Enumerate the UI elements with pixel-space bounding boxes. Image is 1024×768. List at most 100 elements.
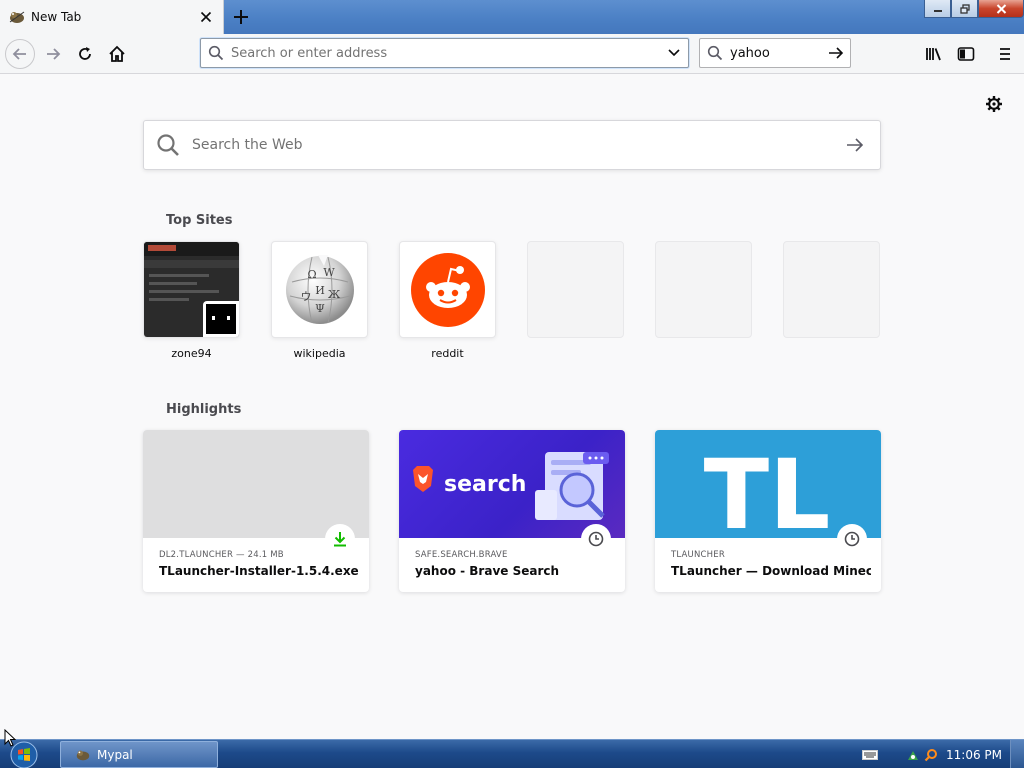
keyboard-icon[interactable] (862, 749, 878, 760)
home-button[interactable] (102, 39, 132, 69)
window-controls (924, 0, 1024, 18)
reload-button[interactable] (70, 39, 100, 69)
arrow-right-icon (829, 47, 844, 59)
card-source: TLAUNCHER (671, 550, 725, 560)
taskbar-clock[interactable]: 11:06 PM (946, 748, 1002, 762)
url-dropdown-button[interactable] (660, 48, 688, 58)
home-icon (109, 45, 125, 62)
sidebar-button[interactable] (951, 39, 981, 69)
search-icon (201, 45, 231, 61)
hamburger-menu-icon (1000, 48, 1010, 60)
highlights-heading: Highlights (166, 402, 242, 417)
card-thumbnail: search (399, 430, 625, 538)
top-sites-heading: Top Sites (166, 213, 233, 228)
site-label: wikipedia (293, 347, 346, 360)
reload-icon (79, 47, 91, 60)
network-icon[interactable] (906, 748, 920, 762)
svg-text:И: И (315, 284, 325, 297)
search-icon (700, 45, 730, 61)
menu-button[interactable] (990, 39, 1020, 69)
back-arrow-icon (12, 48, 26, 60)
download-icon (325, 524, 355, 554)
search-tray-icon[interactable] (924, 748, 938, 762)
restore-button[interactable] (951, 0, 978, 18)
tlauncher-logo-text: TL (704, 439, 831, 538)
search-bar[interactable] (699, 38, 851, 68)
card-title: TLauncher-Installer-1.5.4.exe (159, 564, 359, 578)
mypal-icon (75, 747, 91, 763)
highlight-card-brave-search[interactable]: search SAFE.SEARCH.BRAVE yahoo - Brave S… (399, 430, 625, 592)
url-bar[interactable] (200, 38, 689, 68)
search-input[interactable] (730, 45, 822, 61)
show-desktop-button[interactable] (1010, 740, 1024, 768)
mouse-pointer-icon (4, 729, 16, 747)
web-search-box[interactable] (143, 120, 881, 170)
tab-title: New Tab (31, 10, 82, 24)
site-label (783, 347, 880, 361)
clock-icon (837, 524, 867, 554)
top-site-empty[interactable] (655, 241, 752, 361)
highlight-card-tlauncher[interactable]: TL TLAUNCHER TLauncher — Download Minecr… (655, 430, 881, 592)
taskbar-item-label: Mypal (97, 747, 133, 762)
reddit-logo-icon (410, 252, 485, 327)
top-site-empty[interactable] (527, 241, 624, 361)
forward-arrow-icon (47, 48, 61, 60)
top-site-wikipedia[interactable]: ΩWИ ウ ЖΨ wikipedia (271, 241, 368, 361)
wikipedia-globe-icon: Ω WИ ウ ЖΨ (285, 254, 354, 324)
site-thumbnail (399, 241, 496, 338)
taskbar-item-mypal[interactable]: Mypal (60, 741, 218, 768)
windows-taskbar: Mypal 11:06 PM (0, 739, 1024, 768)
chevron-down-icon (668, 49, 680, 57)
top-site-reddit[interactable]: reddit (399, 241, 496, 361)
card-source: DL2.TLAUNCHER — 24.1 MB (159, 550, 284, 560)
minimize-button[interactable] (924, 0, 951, 18)
site-label (655, 347, 752, 361)
site-label: reddit (431, 347, 464, 360)
close-tab-icon[interactable] (195, 6, 217, 28)
library-icon (926, 48, 941, 61)
clock-icon (581, 524, 611, 554)
empty-site-placeholder (783, 241, 880, 338)
card-thumbnail (143, 430, 369, 538)
highlights-grid: DL2.TLAUNCHER — 24.1 MB TLauncher-Instal… (143, 430, 881, 592)
empty-site-placeholder (527, 241, 624, 338)
search-icon (144, 133, 192, 157)
settings-gear-button[interactable] (984, 94, 1004, 114)
arrow-right-icon (847, 138, 864, 152)
web-search-input[interactable] (192, 137, 830, 153)
card-source: SAFE.SEARCH.BRAVE (415, 550, 508, 560)
site-thumbnail: ΩWИ ウ ЖΨ (271, 241, 368, 338)
sidebar-icon (957, 47, 975, 61)
card-title: yahoo - Brave Search (415, 564, 560, 578)
new-tab-page: Top Sites zone94 (0, 75, 1024, 739)
top-sites-grid: zone94 ΩWИ ウ ЖΨ wikipedia reddit (143, 241, 880, 361)
new-tab-button[interactable] (228, 4, 254, 30)
svg-text:W: W (323, 266, 335, 279)
zone94-favicon-icon (203, 301, 239, 337)
site-label (527, 347, 624, 361)
library-button[interactable] (919, 39, 949, 69)
tab-new-tab[interactable]: New Tab (0, 0, 224, 34)
tab-strip: New Tab (0, 0, 1024, 34)
svg-text:Ω: Ω (307, 268, 316, 281)
forward-button[interactable] (38, 39, 68, 69)
back-button[interactable] (5, 39, 35, 69)
brave-search-wordmark: search (444, 472, 526, 497)
window-close-button[interactable] (978, 0, 1024, 18)
url-input[interactable] (231, 45, 660, 61)
mypal-icon (8, 8, 26, 26)
svg-text:Ψ: Ψ (315, 302, 325, 315)
search-go-button[interactable] (822, 45, 850, 61)
navigation-toolbar (0, 34, 1024, 74)
empty-site-placeholder (655, 241, 752, 338)
card-title: TLauncher — Download Minecraft (671, 564, 871, 578)
site-thumbnail (143, 241, 240, 338)
svg-text:ウ: ウ (300, 290, 311, 303)
svg-text:Ж: Ж (327, 288, 340, 301)
top-site-zone94[interactable]: zone94 (143, 241, 240, 361)
highlight-card-download[interactable]: DL2.TLAUNCHER — 24.1 MB TLauncher-Instal… (143, 430, 369, 592)
web-search-go-button[interactable] (830, 137, 880, 153)
top-site-empty[interactable] (783, 241, 880, 361)
site-label: zone94 (171, 347, 212, 360)
gear-icon (986, 96, 1002, 112)
